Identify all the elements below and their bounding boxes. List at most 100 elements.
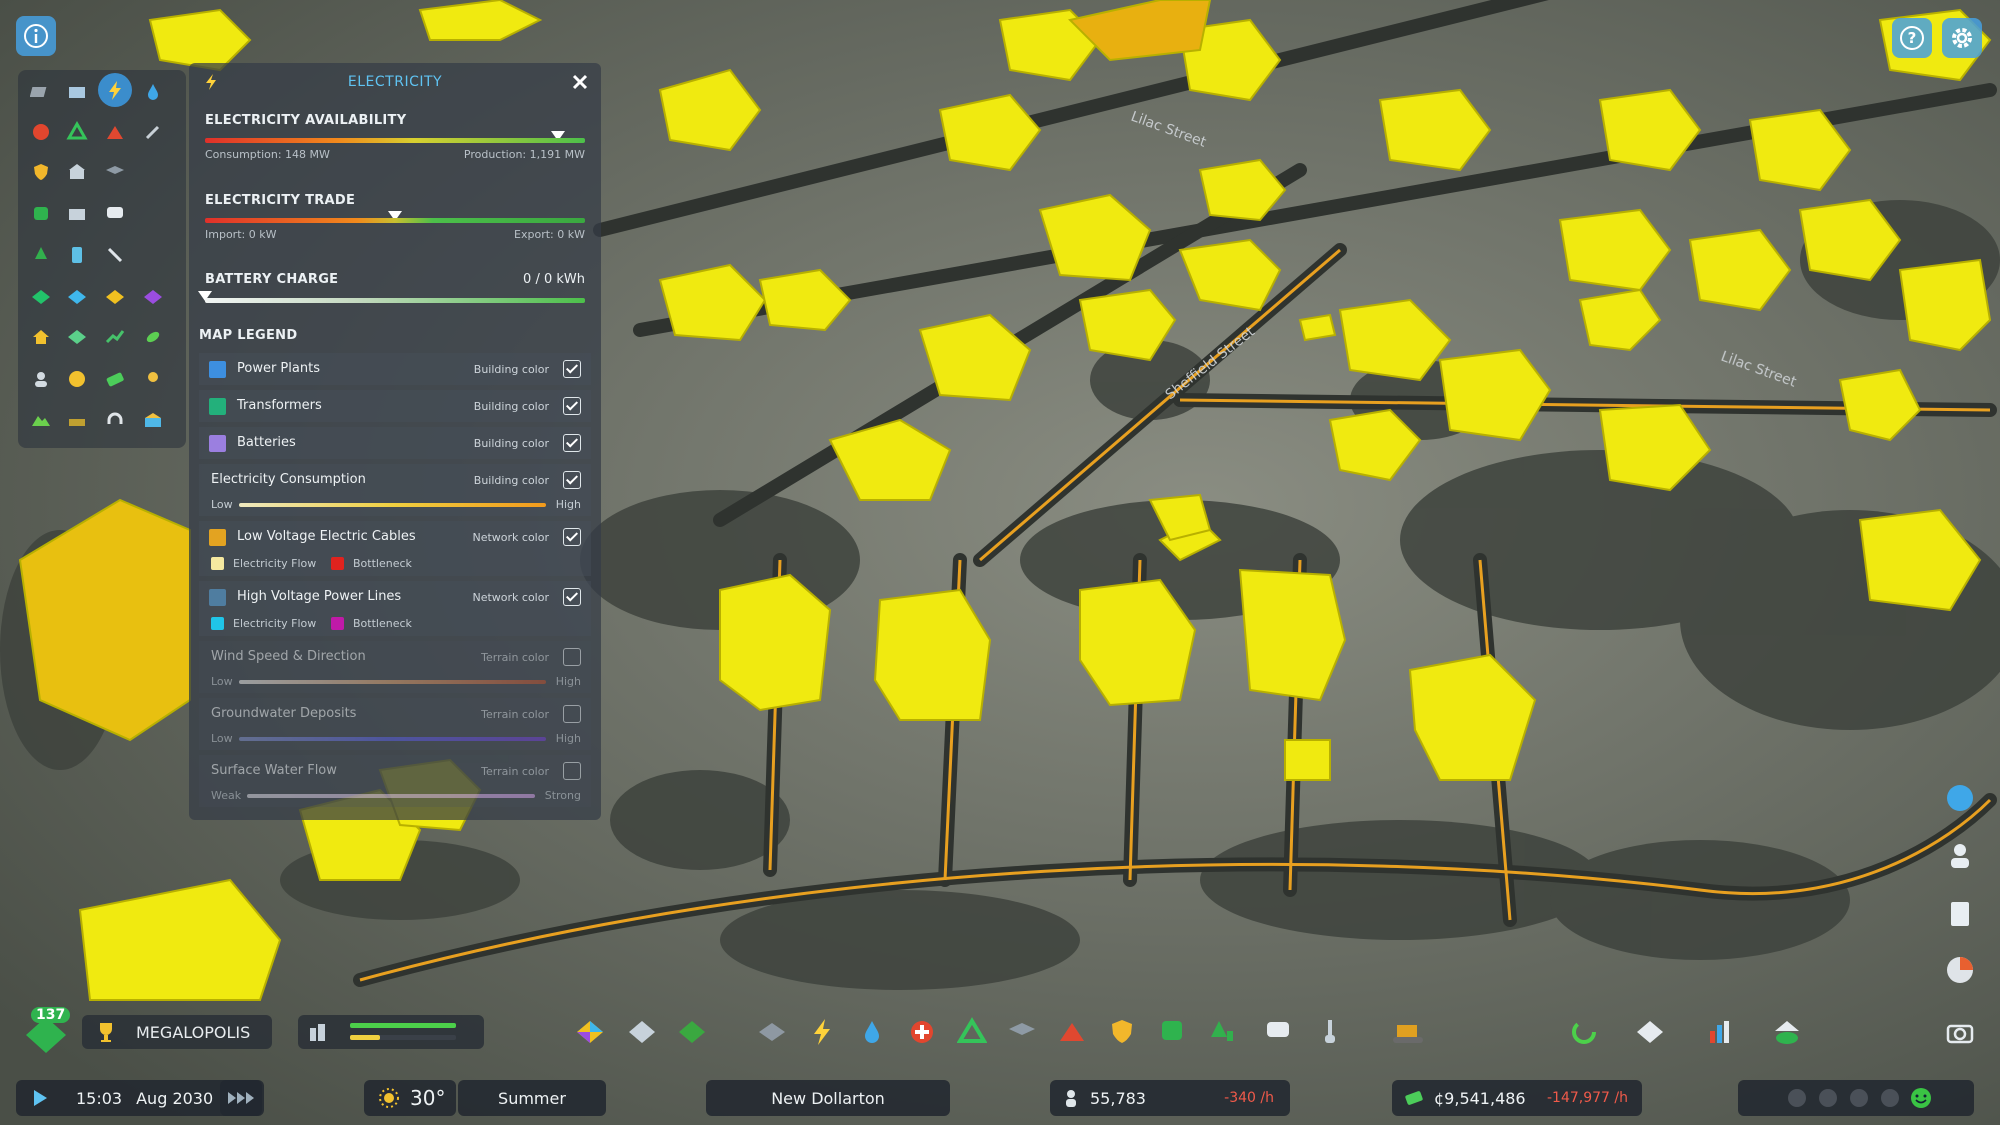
terrain-icon — [677, 1017, 707, 1047]
roads-tool-button[interactable] — [752, 1012, 792, 1052]
info-view-water[interactable] — [136, 75, 170, 109]
info-view-healthcare[interactable] — [98, 115, 132, 149]
citizen-button[interactable] — [1940, 836, 1980, 876]
info-view-happiness[interactable] — [60, 362, 94, 396]
radio-button[interactable] — [1940, 950, 1980, 990]
info-view-workers[interactable] — [136, 362, 170, 396]
info-view-parks[interactable] — [24, 238, 58, 272]
info-view-land-value[interactable] — [24, 75, 58, 109]
help-button[interactable]: ? — [1892, 18, 1932, 58]
electricity-tool-button[interactable] — [802, 1012, 842, 1052]
healthcare-tool-button[interactable] — [902, 1012, 942, 1052]
legend-kind: Terrain color — [481, 651, 549, 664]
legend-checkbox[interactable] — [563, 434, 581, 452]
legend-checkbox[interactable] — [563, 397, 581, 415]
info-button[interactable] — [16, 16, 56, 56]
info-view-zone-industrial[interactable] — [98, 280, 132, 314]
info-view-zone-residential[interactable] — [24, 280, 58, 314]
fire-tool-button[interactable] — [1052, 1012, 1092, 1052]
police-tool-button[interactable] — [1102, 1012, 1142, 1052]
chat-bubble-icon — [1263, 1017, 1293, 1047]
shovel-icon — [1315, 1017, 1345, 1047]
water-tool-button[interactable] — [852, 1012, 892, 1052]
info-view-fire[interactable] — [24, 115, 58, 149]
milestone-pill[interactable]: MEGALOPOLIS — [82, 1015, 272, 1049]
communications-tool-button[interactable] — [1258, 1012, 1298, 1052]
crop-icon — [66, 409, 88, 431]
speed-button[interactable] — [220, 1080, 264, 1116]
info-view-workplaces[interactable] — [60, 75, 94, 109]
info-view-administration[interactable] — [60, 155, 94, 189]
terrain-tool-button[interactable] — [672, 1012, 712, 1052]
population-display[interactable]: 55,783 -340 /h — [1050, 1080, 1290, 1116]
bus-icon — [1157, 1017, 1187, 1047]
info-view-level[interactable] — [24, 320, 58, 354]
education-tool-button[interactable] — [1002, 1012, 1042, 1052]
info-view-noise[interactable] — [98, 403, 132, 437]
zoning-tool-button[interactable] — [570, 1012, 610, 1052]
info-view-industry[interactable] — [60, 238, 94, 272]
info-view-zone-commercial[interactable] — [60, 280, 94, 314]
play-button[interactable] — [32, 1089, 48, 1107]
info-view-traffic[interactable] — [98, 320, 132, 354]
info-view-mail[interactable] — [60, 197, 94, 231]
landscaping-tool-button[interactable] — [1310, 1012, 1350, 1052]
leaf-icon — [142, 326, 164, 348]
legend-swatch — [209, 361, 226, 378]
panel-header: ELECTRICITY — [189, 63, 601, 101]
info-view-electricity[interactable] — [98, 73, 132, 107]
svg-text:?: ? — [1908, 29, 1917, 47]
chirper-button[interactable] — [1940, 778, 1980, 818]
population: 55,783 — [1090, 1088, 1146, 1108]
economy-tool-button[interactable] — [1564, 1012, 1604, 1052]
info-view-natural-resources[interactable] — [136, 320, 170, 354]
legend-checkbox[interactable] — [563, 360, 581, 378]
info-view-resources[interactable] — [60, 403, 94, 437]
info-view-terrain[interactable] — [24, 403, 58, 437]
info-view-tourism[interactable] — [136, 403, 170, 437]
info-view-garbage[interactable] — [60, 115, 94, 149]
legend-checkbox[interactable] — [563, 648, 581, 666]
garbage-tool-button[interactable] — [952, 1012, 992, 1052]
info-view-transport[interactable] — [24, 197, 58, 231]
legend-checkbox[interactable] — [563, 588, 581, 606]
season-display: Summer — [458, 1080, 606, 1116]
info-view-zone-office[interactable] — [136, 280, 170, 314]
info-view-economy[interactable] — [98, 362, 132, 396]
trade-bar — [205, 218, 585, 223]
info-view-citizens[interactable] — [24, 362, 58, 396]
legend-checkbox[interactable] — [563, 762, 581, 780]
city-name-display[interactable]: New Dollarton — [706, 1080, 950, 1116]
city-services-tool-button[interactable] — [1767, 1012, 1807, 1052]
legend-low: Low — [211, 732, 233, 745]
progress-pill[interactable] — [298, 1015, 484, 1049]
area-tool-button[interactable] — [622, 1012, 662, 1052]
transport-tool-button[interactable] — [1152, 1012, 1192, 1052]
legend-row-power-plants: Power Plants Building color — [199, 353, 591, 385]
close-button[interactable] — [567, 69, 593, 95]
info-view-demand[interactable] — [60, 320, 94, 354]
milestone-badge[interactable]: 137 — [22, 1007, 71, 1055]
map-tool-button[interactable] — [1630, 1012, 1670, 1052]
legend-checkbox[interactable] — [563, 705, 581, 723]
legend-checkbox[interactable] — [563, 528, 581, 546]
info-view-police[interactable] — [24, 155, 58, 189]
photo-mode-button[interactable] — [1940, 1012, 1980, 1052]
info-view-education[interactable] — [98, 155, 132, 189]
info-view-pollution[interactable] — [98, 238, 132, 272]
legend-low: Weak — [211, 789, 242, 802]
legend-checkbox[interactable] — [563, 471, 581, 489]
consumption-text: Consumption: 148 MW — [205, 148, 330, 161]
settings-button[interactable] — [1942, 18, 1982, 58]
bulldozer-tool-button[interactable] — [1388, 1012, 1428, 1052]
parks-tool-button[interactable] — [1202, 1012, 1242, 1052]
info-view-communications[interactable] — [98, 197, 132, 231]
legend-row-low-voltage: Low Voltage Electric Cables Network colo… — [199, 521, 591, 576]
statistics-tool-button[interactable] — [1700, 1012, 1740, 1052]
hills-icon — [30, 409, 52, 431]
journal-button[interactable] — [1940, 894, 1980, 934]
money-display[interactable]: ¢9,541,486 -147,977 /h — [1392, 1080, 1642, 1116]
info-view-maintenance[interactable] — [136, 115, 170, 149]
flow-label: Electricity Flow — [233, 617, 317, 630]
happiness-display[interactable] — [1738, 1080, 1974, 1116]
